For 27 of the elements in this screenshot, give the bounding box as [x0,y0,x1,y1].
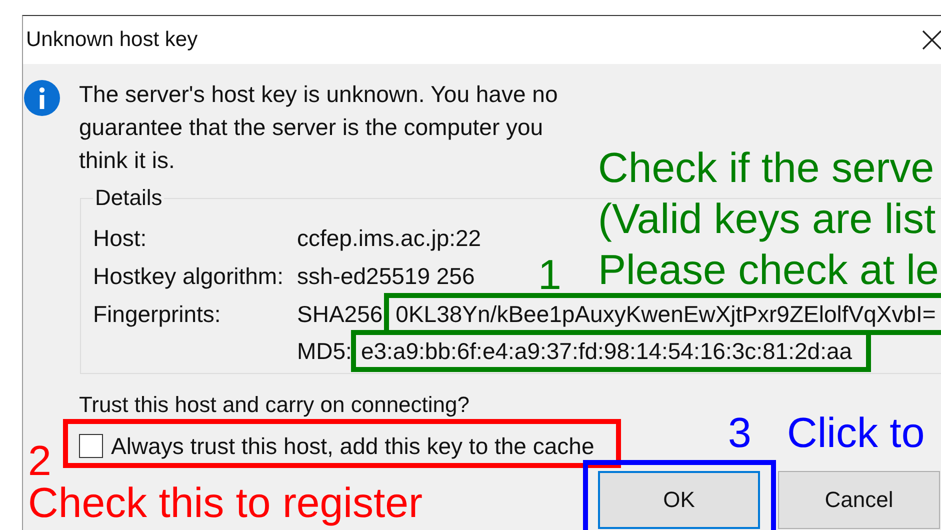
detail-value: ssh-ed25519 256 [297,262,475,291]
annotation-text: Check this to register [28,481,422,525]
detail-label: Host: [93,224,148,253]
annotation-text: (Valid keys are list [598,194,937,244]
checkbox-label[interactable]: Always trust this host, add this key to the cache [111,433,594,459]
annotation-text: Check if the serve [598,143,936,193]
window-title: Unknown host key [26,28,198,52]
step-number: 3 [728,411,752,455]
detail-label: Fingerprints: [93,301,221,327]
detail-label: Hostkey algorithm: [93,262,284,291]
step-number: 1 [538,253,562,297]
fingerprint-type: SHA256 [297,300,383,329]
details-legend: Details [93,185,164,211]
fingerprint-type: MD5: [297,337,352,366]
detail-value: ccfep.ims.ac.jp:22 [297,224,482,253]
ok-button[interactable]: OK [598,471,760,529]
fingerprint-value: e3:a9:bb:6f:e4:a9:37:fd:98:14:54:16:3c:81:2d:aa [360,338,852,364]
cancel-button[interactable]: Cancel [778,471,940,529]
annotation-text: Click to [787,411,925,455]
info-icon [24,80,60,116]
close-icon[interactable] [921,29,941,51]
step-number: 2 [28,441,52,481]
message-text: The server's host key is unknown. You have no guarantee that the server is the computer you think it is. [79,80,559,175]
question-text: Trust this host and carry on connecting? [79,392,470,418]
fingerprint-value: 0KL38Yn/kBee1pAuxyKwenEwXjtPxr9ZElolfVqXvbI= [396,301,936,327]
checkbox[interactable] [79,434,103,458]
annotation-text: Please check at le [598,245,939,295]
